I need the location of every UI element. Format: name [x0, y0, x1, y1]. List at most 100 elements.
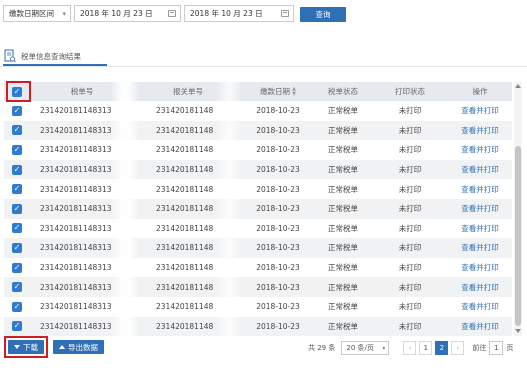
total-count: 共 29 条	[308, 344, 336, 352]
row-select-cell: ✓	[4, 140, 30, 160]
filter-bar: 缴款日期区间 ▾ 2018 年 10 月 23 日 2018 年 10 月 23…	[3, 5, 294, 22]
tax-no-cell: 231420181148313	[40, 282, 112, 292]
pay-date-cell: 2018-10-23	[256, 263, 300, 273]
start-date-value: 2018 年 10 月 23 日	[80, 9, 153, 18]
upload-icon	[59, 345, 65, 349]
customs-no-cell: 231420181148	[156, 184, 214, 194]
table-row[interactable]: ✓ 231420181148313 231420181148 2018-10-23 正常…	[4, 198, 512, 219]
header-print-status: 打印状态	[395, 87, 425, 96]
view-print-link[interactable]: 查看并打印	[448, 317, 512, 337]
table-row[interactable]: ✓ 231420181148313 231420181148 2018-10-23 正常…	[4, 140, 512, 160]
tax-status-cell: 正常税单	[328, 282, 358, 292]
row-checkbox[interactable]: ✓	[12, 301, 22, 312]
table-row[interactable]: ✓ 231420181148313 231420181148 2018-10-23 正常…	[4, 101, 512, 121]
view-print-link[interactable]: 查看并打印	[448, 101, 512, 121]
table-row[interactable]: ✓ 231420181148313 231420181148 2018-10-23 正常…	[4, 159, 512, 180]
tax-no-cell: 231420181148313	[40, 302, 112, 312]
tax-no-cell: 231420181148313	[40, 263, 112, 273]
page-button-2[interactable]: 2	[435, 341, 449, 355]
tax-status-cell: 正常税单	[328, 223, 358, 233]
view-print-link[interactable]: 查看并打印	[448, 258, 512, 278]
prev-page-button[interactable]: ‹	[403, 341, 417, 355]
row-checkbox[interactable]: ✓	[12, 125, 22, 136]
tax-status-cell: 正常税单	[328, 125, 358, 135]
page-size-select[interactable]: 20 条/页 ▾	[341, 341, 390, 355]
next-page-button[interactable]: ›	[451, 341, 465, 355]
view-print-link[interactable]: 查看并打印	[448, 179, 512, 199]
page-size-value: 20 条/页	[346, 344, 374, 352]
row-checkbox[interactable]: ✓	[12, 282, 22, 293]
table-row[interactable]: ✓ 231420181148313 231420181148 2018-10-23 正常…	[4, 258, 512, 278]
row-checkbox[interactable]: ✓	[12, 164, 22, 175]
highlight-box	[6, 81, 31, 102]
tab-active-indicator	[3, 64, 107, 66]
highlight-box	[4, 336, 48, 358]
customs-no-cell: 231420181148	[156, 145, 214, 155]
header-pay-date-label: 缴款日期	[260, 87, 291, 96]
date-range-type-value: 缴款日期区间	[9, 9, 54, 18]
row-checkbox[interactable]: ✓	[12, 223, 22, 234]
row-checkbox[interactable]: ✓	[12, 144, 22, 155]
row-checkbox[interactable]: ✓	[12, 203, 22, 214]
query-button[interactable]: 查询	[300, 7, 346, 22]
print-status-cell: 未打印	[398, 204, 422, 214]
print-status-cell: 未打印	[398, 184, 422, 194]
row-checkbox[interactable]: ✓	[12, 321, 22, 332]
sort-icon[interactable]: ▲ ▼	[292, 86, 296, 97]
print-status-cell: 未打印	[398, 145, 422, 155]
tax-status-cell: 正常税单	[328, 165, 358, 175]
view-print-link[interactable]: 查看并打印	[448, 219, 512, 239]
row-checkbox[interactable]: ✓	[12, 184, 22, 195]
tax-no-cell: 231420181148313	[40, 184, 112, 194]
pay-date-cell: 2018-10-23	[256, 223, 300, 233]
goto-page-input[interactable]: 1	[489, 341, 504, 355]
page-button-1[interactable]: 1	[419, 341, 433, 355]
view-print-link[interactable]: 查看并打印	[448, 140, 512, 160]
tab-label: 税单信息查询结果	[21, 51, 81, 61]
view-print-link[interactable]: 查看并打印	[448, 121, 512, 141]
table-row[interactable]: ✓ 231420181148313 231420181148 2018-10-23 正常…	[4, 316, 512, 337]
view-print-link[interactable]: 查看并打印	[448, 199, 512, 219]
customs-no-cell: 231420181148	[156, 125, 214, 135]
row-checkbox[interactable]: ✓	[12, 105, 22, 116]
print-status-cell: 未打印	[398, 223, 422, 233]
scroll-up-icon[interactable]	[515, 84, 521, 88]
table-row[interactable]: ✓ 231420181148313 231420181148 2018-10-23 正常…	[4, 277, 512, 297]
start-date-input[interactable]: 2018 年 10 月 23 日	[74, 5, 181, 22]
view-print-link[interactable]: 查看并打印	[448, 277, 512, 297]
table-row[interactable]: ✓ 231420181148313 231420181148 2018-10-23 正常…	[4, 120, 512, 141]
table-row[interactable]: ✓ 231420181148313 231420181148 2018-10-23 正常…	[4, 238, 512, 258]
scroll-down-icon[interactable]	[515, 329, 521, 333]
row-select-cell: ✓	[4, 121, 30, 141]
tax-status-cell: 正常税单	[328, 263, 358, 273]
view-print-link[interactable]: 查看并打印	[448, 297, 512, 317]
calendar-icon[interactable]	[168, 10, 176, 17]
date-range-type-select[interactable]: 缴款日期区间 ▾	[3, 5, 71, 22]
row-checkbox[interactable]: ✓	[12, 242, 22, 253]
scrollbar-thumb[interactable]	[515, 146, 521, 326]
table-row[interactable]: ✓ 231420181148313 231420181148 2018-10-23 正常…	[4, 179, 512, 199]
row-checkbox[interactable]: ✓	[12, 262, 22, 273]
customs-no-cell: 231420181148	[156, 321, 214, 331]
view-print-link[interactable]: 查看并打印	[448, 160, 512, 180]
table-row[interactable]: ✓ 231420181148313 231420181148 2018-10-23 正常…	[4, 219, 512, 239]
tax-no-cell: 231420181148313	[40, 243, 112, 253]
tab-tax-results[interactable]: 税单信息查询结果	[4, 46, 81, 66]
pay-date-cell: 2018-10-23	[256, 165, 300, 175]
calendar-icon[interactable]	[281, 10, 289, 17]
header-action: 操作	[472, 87, 488, 96]
table-body: ✓ 231420181148313 231420181148 2018-10-23 正常…	[4, 101, 512, 337]
customs-no-cell: 231420181148	[156, 223, 214, 233]
table-row[interactable]: ✓ 231420181148313 231420181148 2018-10-23 正常…	[4, 297, 512, 317]
header-pay-date[interactable]: 缴款日期 ▲ ▼	[242, 82, 314, 101]
export-button[interactable]: 导出数据	[53, 340, 104, 354]
view-print-link[interactable]: 查看并打印	[448, 238, 512, 258]
tax-no-cell: 231420181148313	[40, 223, 112, 233]
header-tax-no: 税单号	[70, 87, 94, 96]
pay-date-cell: 2018-10-23	[256, 282, 300, 292]
row-select-cell: ✓	[4, 160, 30, 180]
end-date-input[interactable]: 2018 年 10 月 23 日	[184, 5, 294, 22]
tax-no-cell: 231420181148313	[40, 165, 112, 175]
tab-divider	[0, 66, 527, 67]
end-date-value: 2018 年 10 月 23 日	[190, 9, 263, 18]
